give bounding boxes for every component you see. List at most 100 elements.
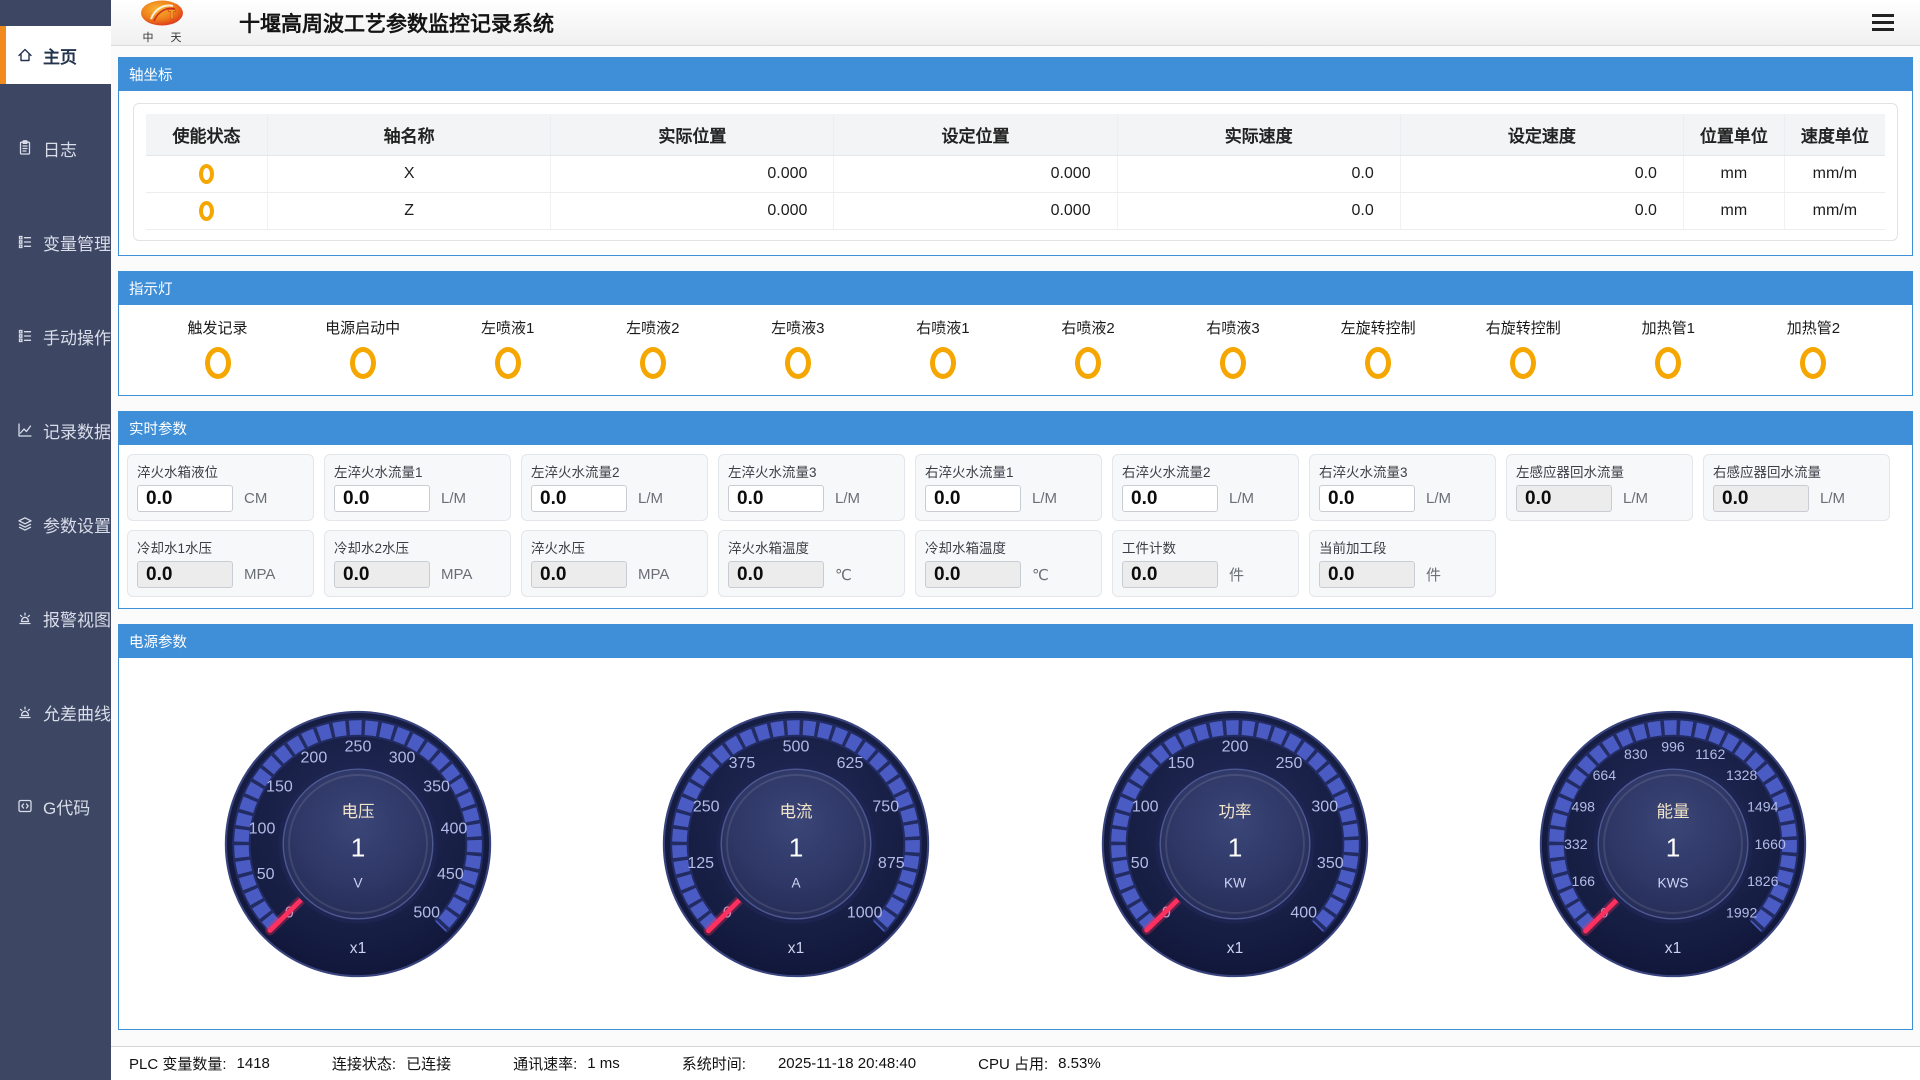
top-header: T 中 天 十堰高周波工艺参数监控记录系统 xyxy=(111,0,1920,46)
param-card: 淬火水箱液位 0.0 CM xyxy=(127,454,314,521)
param-value: 0.0 xyxy=(737,564,763,586)
speed-unit-cell: mm/m xyxy=(1784,193,1885,230)
param-unit: MPA xyxy=(638,566,669,583)
param-label: 冷却水2水压 xyxy=(334,537,501,557)
gauge-current: 01252503755006257508751000 电流 1 A x1 xyxy=(660,708,932,980)
param-unit: ℃ xyxy=(1032,566,1049,584)
indicator: 触发记录 xyxy=(163,317,273,379)
param-value-field[interactable]: 0.0 xyxy=(925,485,1021,512)
param-value-field[interactable]: 0.0 xyxy=(531,561,627,588)
param-card: 冷却水2水压 0.0 MPA xyxy=(324,530,511,597)
sidebar-item-label: 主页 xyxy=(43,43,77,68)
svg-text:150: 150 xyxy=(266,777,293,795)
indicator-label: 触发记录 xyxy=(188,317,248,338)
table-row: X 0.000 0.000 0.0 0.0 mm mm/m xyxy=(146,156,1885,193)
indicator: 右旋转控制 xyxy=(1468,317,1578,379)
axis-name-cell: Z xyxy=(268,193,551,230)
svg-text:V: V xyxy=(354,875,363,890)
param-value-field[interactable]: 0.0 xyxy=(1122,561,1218,588)
manual-list-icon xyxy=(16,327,34,345)
indicator: 右喷液1 xyxy=(888,317,998,379)
indicator: 加热管1 xyxy=(1613,317,1723,379)
param-label: 淬火水箱温度 xyxy=(728,537,895,557)
svg-text:KWS: KWS xyxy=(1657,875,1688,890)
param-label: 左感应器回水流量 xyxy=(1516,461,1683,481)
sidebar-item-tolerance[interactable]: 允差曲线 xyxy=(0,684,111,740)
sidebar-item-variables[interactable]: 变量管理 xyxy=(0,214,111,270)
svg-text:1494: 1494 xyxy=(1747,798,1778,814)
param-card: 冷却水1水压 0.0 MPA xyxy=(127,530,314,597)
param-label: 右淬火水流量2 xyxy=(1122,461,1289,481)
param-value-field[interactable]: 0.0 xyxy=(1516,485,1612,512)
param-value-field[interactable]: 0.0 xyxy=(334,485,430,512)
actual-pos-cell: 0.000 xyxy=(551,156,834,193)
indicator-label: 左喷液1 xyxy=(481,317,534,338)
param-label: 冷却水1水压 xyxy=(137,537,304,557)
svg-text:830: 830 xyxy=(1624,746,1648,762)
status-label: 连接状态: xyxy=(332,1053,396,1074)
svg-text:1: 1 xyxy=(1666,832,1681,862)
sidebar-item-alarms[interactable]: 报警视图 xyxy=(0,590,111,646)
param-card: 右感应器回水流量 0.0 L/M xyxy=(1703,454,1890,521)
variable-list-icon xyxy=(16,233,34,251)
sidebar-item-logs[interactable]: 日志 xyxy=(0,120,111,176)
svg-text:电流: 电流 xyxy=(780,801,813,820)
svg-text:1992: 1992 xyxy=(1726,904,1757,920)
indicator-label: 右喷液3 xyxy=(1206,317,1259,338)
menu-icon[interactable] xyxy=(1868,10,1898,35)
param-value-field[interactable]: 0.0 xyxy=(728,561,824,588)
param-value-field[interactable]: 0.0 xyxy=(137,485,233,512)
status-connection: 连接状态: 已连接 xyxy=(332,1053,451,1074)
sidebar-item-label: 日志 xyxy=(43,136,77,161)
param-value-field[interactable]: 0.0 xyxy=(1319,485,1415,512)
sidebar-item-records[interactable]: 记录数据 xyxy=(0,402,111,458)
param-value: 0.0 xyxy=(1131,564,1157,586)
indicator-light-icon xyxy=(205,347,231,379)
param-value: 0.0 xyxy=(540,564,566,586)
param-card: 左淬火水流量1 0.0 L/M xyxy=(324,454,511,521)
indicator-light-icon xyxy=(1800,347,1826,379)
realtime-section: 实时参数 淬火水箱液位 0.0 CM xyxy=(118,411,1913,609)
param-value-field[interactable]: 0.0 xyxy=(925,561,1021,588)
svg-text:375: 375 xyxy=(729,754,756,772)
svg-text:100: 100 xyxy=(1131,797,1158,815)
param-value: 0.0 xyxy=(1328,564,1354,586)
param-value: 0.0 xyxy=(146,564,172,586)
indicator-light-icon xyxy=(495,347,521,379)
actual-speed-cell: 0.0 xyxy=(1117,156,1400,193)
param-value-field[interactable]: 0.0 xyxy=(1319,561,1415,588)
indicator-label: 右喷液1 xyxy=(916,317,969,338)
status-rate: 通讯速率: 1 ms xyxy=(513,1053,620,1074)
param-value-field[interactable]: 0.0 xyxy=(531,485,627,512)
svg-text:400: 400 xyxy=(441,819,468,837)
param-unit: 件 xyxy=(1426,564,1441,585)
sidebar-item-home[interactable]: 主页 xyxy=(0,26,111,84)
svg-text:1328: 1328 xyxy=(1726,767,1757,783)
power-section: 电源参数 050100150200250300350400450500 电压 1… xyxy=(118,624,1913,1030)
axis-section: 轴坐标 使能状态 轴名称 实际位置 设定位置 xyxy=(118,57,1913,256)
param-value-field[interactable]: 0.0 xyxy=(334,561,430,588)
actual-pos-cell: 0.000 xyxy=(551,193,834,230)
sidebar-item-manual[interactable]: 手动操作 xyxy=(0,308,111,364)
svg-text:T: T xyxy=(168,7,176,22)
param-value-field[interactable]: 0.0 xyxy=(137,561,233,588)
indicator-light-icon xyxy=(640,347,666,379)
svg-text:x1: x1 xyxy=(350,939,366,956)
param-value-field[interactable]: 0.0 xyxy=(1713,485,1809,512)
sidebar-item-settings[interactable]: 参数设置 xyxy=(0,496,111,552)
sidebar-item-gcode[interactable]: G代码 xyxy=(0,778,111,834)
alarm-icon xyxy=(16,703,34,721)
logo: T 中 天 xyxy=(119,0,205,45)
svg-text:电压: 电压 xyxy=(342,801,375,820)
svg-text:150: 150 xyxy=(1167,754,1194,772)
status-label: CPU 占用: xyxy=(978,1053,1048,1074)
param-unit: L/M xyxy=(1820,490,1845,507)
svg-text:200: 200 xyxy=(1221,737,1248,755)
param-value: 0.0 xyxy=(146,488,172,510)
param-unit: L/M xyxy=(441,490,466,507)
param-value-field[interactable]: 0.0 xyxy=(728,485,824,512)
indicator-label: 左喷液3 xyxy=(771,317,824,338)
param-value-field[interactable]: 0.0 xyxy=(1122,485,1218,512)
set-pos-cell: 0.000 xyxy=(834,193,1117,230)
set-speed-cell: 0.0 xyxy=(1400,193,1683,230)
